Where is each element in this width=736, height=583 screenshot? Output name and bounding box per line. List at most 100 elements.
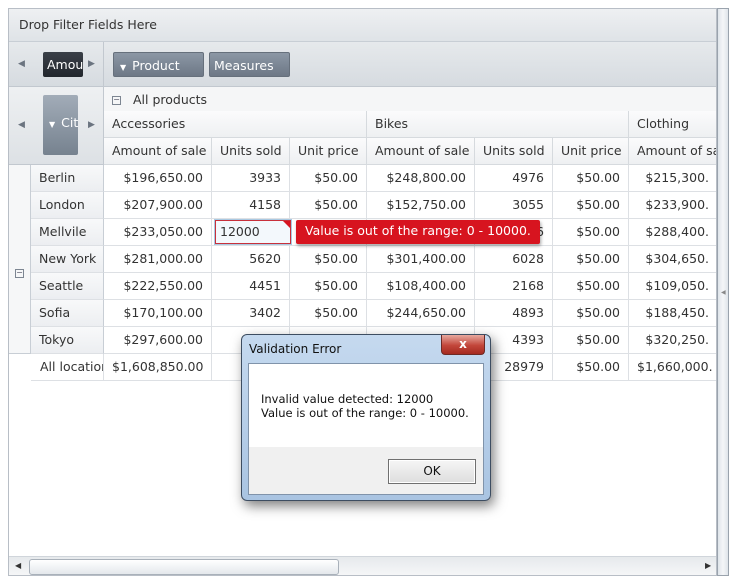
filter-drop-zone[interactable]: Drop Filter Fields Here — [9, 9, 716, 42]
scroll-right-arrow-icon[interactable]: ▶ — [705, 561, 711, 570]
row-header[interactable]: Tokyo — [31, 327, 104, 354]
grid-cell[interactable]: $297,600.00 — [104, 327, 212, 354]
grid-cell[interactable]: $207,900.00 — [104, 192, 212, 219]
grid-cell[interactable]: $50.00 — [553, 300, 629, 327]
all-products-header: − All products — [104, 87, 716, 114]
grid-cell[interactable]: 2168 — [475, 273, 553, 300]
grid-cell[interactable]: $50.00 — [290, 246, 367, 273]
scroll-right-arrow-icon[interactable]: ▶ — [88, 120, 95, 130]
column-fields-zone[interactable]: ▼ Product Measures — [9, 42, 716, 87]
collapse-icon[interactable]: − — [112, 96, 121, 105]
validation-tooltip: Value is out of the range: 0 - 10000. — [296, 220, 540, 244]
scroll-right-arrow-icon[interactable]: ▶ — [88, 59, 95, 69]
grid-cell[interactable]: $233,050.00 — [104, 219, 212, 246]
grid-cell[interactable]: $50.00 — [553, 273, 629, 300]
grid-cell[interactable]: $1,608,850.00 — [104, 354, 212, 381]
grid-cell[interactable]: 6028 — [475, 246, 553, 273]
row-group-all-locations: − — [9, 165, 31, 354]
grid-cell[interactable]: $222,550.00 — [104, 273, 212, 300]
collapse-icon[interactable]: − — [15, 269, 24, 278]
measure-header[interactable]: Unit price — [290, 138, 367, 165]
group-header-accessories[interactable]: Accessories — [104, 111, 367, 138]
scroll-left-arrow-icon[interactable]: ◀ — [721, 289, 726, 296]
dialog-footer: OK — [249, 447, 483, 494]
dialog-message-line2: Value is out of the range: 0 - 10000. — [261, 406, 469, 420]
filter-icon[interactable]: ▼ — [49, 120, 55, 129]
grid-cell[interactable]: $320,250. — [629, 327, 716, 354]
row-header[interactable]: Berlin — [31, 165, 104, 192]
close-icon: x — [459, 337, 467, 351]
grid-cell[interactable]: $288,400. — [629, 219, 716, 246]
grid-cell[interactable]: $50.00 — [553, 354, 629, 381]
measures-field-chip[interactable]: Measures — [209, 52, 290, 77]
amount-field-label: Amou — [47, 57, 83, 72]
horizontal-scroll-thumb[interactable] — [29, 559, 339, 575]
grid-cell[interactable]: 4158 — [212, 192, 290, 219]
city-field-chip[interactable]: ▼ Cit — [43, 95, 78, 155]
scroll-left-arrow-icon[interactable]: ◀ — [15, 561, 21, 570]
measure-header[interactable]: Unit price — [553, 138, 629, 165]
filter-icon[interactable]: ▼ — [120, 63, 126, 72]
grid-cell[interactable]: $109,050. — [629, 273, 716, 300]
row-header[interactable]: Seattle — [31, 273, 104, 300]
grid-cell[interactable]: $233,900. — [629, 192, 716, 219]
editor-value[interactable]: 12000 — [220, 224, 260, 239]
grid-cell[interactable]: $301,400.00 — [367, 246, 475, 273]
grid-cell[interactable]: $1,660,000. — [629, 354, 716, 381]
grid-cell[interactable]: $50.00 — [290, 192, 367, 219]
grid-cell[interactable]: $215,300. — [629, 165, 716, 192]
measure-header[interactable]: Amount of sale — [629, 138, 716, 165]
grid-cell[interactable]: 4976 — [475, 165, 553, 192]
grid-cell[interactable]: 3402 — [212, 300, 290, 327]
grid-cell[interactable]: $304,650. — [629, 246, 716, 273]
grid-cell[interactable]: $248,800.00 — [367, 165, 475, 192]
grid-cell[interactable]: 5620 — [212, 246, 290, 273]
dialog-close-button[interactable]: x — [441, 335, 485, 355]
dialog-message-line1: Invalid value detected: 12000 — [261, 392, 434, 406]
grid-cell[interactable]: $50.00 — [553, 219, 629, 246]
total-row-header[interactable]: All location — [31, 354, 104, 381]
measure-header[interactable]: Units sold — [475, 138, 553, 165]
grid-cell[interactable]: $50.00 — [553, 165, 629, 192]
product-field-chip[interactable]: ▼ Product — [113, 52, 204, 77]
row-header[interactable]: New York — [31, 246, 104, 273]
grid-cell[interactable]: $170,100.00 — [104, 300, 212, 327]
grid-cell[interactable]: $50.00 — [290, 165, 367, 192]
row-header[interactable]: Sofia — [31, 300, 104, 327]
grid-cell[interactable]: $244,650.00 — [367, 300, 475, 327]
grid-cell[interactable]: 3933 — [212, 165, 290, 192]
row-header[interactable]: Mellvile — [31, 219, 104, 246]
dialog-message: Invalid value detected: 12000 Value is o… — [261, 392, 469, 420]
grid-cell[interactable]: 3055 — [475, 192, 553, 219]
measures-field-label: Measures — [214, 58, 274, 73]
grid-cell[interactable]: $152,750.00 — [367, 192, 475, 219]
grid-cell[interactable]: 4451 — [212, 273, 290, 300]
all-products-label: All products — [132, 92, 208, 107]
grid-cell[interactable]: $281,000.00 — [104, 246, 212, 273]
grid-cell[interactable]: $196,650.00 — [104, 165, 212, 192]
horizontal-scrollbar[interactable]: ◀ ▶ — [9, 556, 716, 575]
city-field-label: Cit — [61, 115, 78, 130]
product-field-label: Product — [132, 58, 180, 73]
scroll-left-arrow-icon[interactable]: ◀ — [18, 120, 25, 130]
grid-cell[interactable]: $50.00 — [290, 273, 367, 300]
group-header-clothing[interactable]: Clothing — [629, 111, 716, 138]
grid-cell[interactable]: $50.00 — [553, 192, 629, 219]
group-header-bikes[interactable]: Bikes — [367, 111, 629, 138]
measure-header[interactable]: Amount of sale — [104, 138, 212, 165]
grid-cell[interactable]: $50.00 — [553, 327, 629, 354]
ok-button[interactable]: OK — [388, 459, 476, 484]
vertical-scrollbar[interactable]: ◀ — [717, 8, 729, 576]
grid-cell[interactable]: $108,400.00 — [367, 273, 475, 300]
grid-cell[interactable]: 4893 — [475, 300, 553, 327]
filter-zone-label: Drop Filter Fields Here — [19, 17, 157, 32]
measure-header[interactable]: Units sold — [212, 138, 290, 165]
grid-cell[interactable]: $50.00 — [553, 246, 629, 273]
grid-cell[interactable]: $50.00 — [290, 300, 367, 327]
row-header[interactable]: London — [31, 192, 104, 219]
grid-cell[interactable]: $188,450. — [629, 300, 716, 327]
units-sold-editor[interactable]: 12000 — [215, 220, 291, 244]
measure-header[interactable]: Amount of sale — [367, 138, 475, 165]
amount-field-chip[interactable]: Amou — [43, 52, 83, 77]
scroll-left-arrow-icon[interactable]: ◀ — [18, 59, 25, 69]
